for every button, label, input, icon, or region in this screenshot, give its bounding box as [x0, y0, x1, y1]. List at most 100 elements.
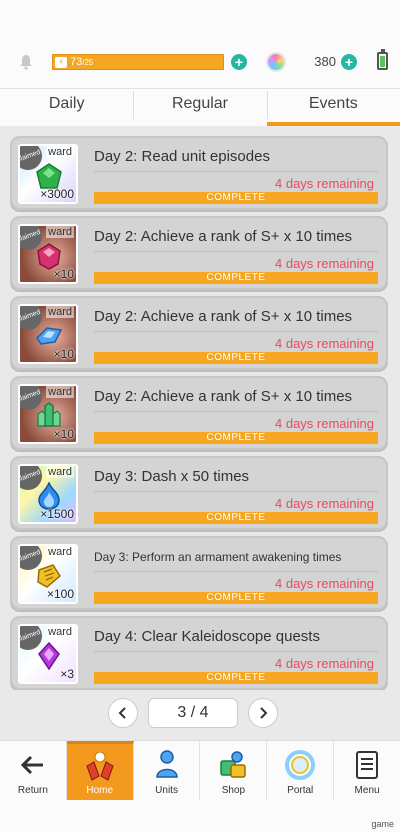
mission-title: Day 3: Perform an armament awakening tim…: [94, 550, 342, 564]
nav-shop[interactable]: Shop: [200, 741, 268, 800]
progress-bar: COMPLETE: [94, 592, 378, 604]
mission-list[interactable]: ward Claimed ×3000 Day 2: Read unit epis…: [10, 136, 390, 690]
nav-label: Units: [155, 785, 178, 796]
mission-card[interactable]: ward Claimed ×3000 Day 2: Read unit epis…: [10, 136, 388, 210]
reward-quantity: ×10: [53, 427, 74, 441]
divider: [94, 331, 378, 332]
divider: [94, 171, 378, 172]
mission-title: Day 2: Read unit episodes: [94, 148, 270, 165]
divider: [94, 571, 378, 572]
progress-bar: COMPLETE: [94, 672, 378, 684]
nav-home[interactable]: Home: [66, 741, 134, 800]
mission-tabs: Daily Regular Events: [0, 88, 400, 126]
time-remaining: 4 days remaining: [275, 656, 374, 671]
reward-quantity: ×3000: [40, 187, 74, 201]
reward-box[interactable]: ward Claimed ×1500: [18, 464, 78, 524]
reward-label: ward: [46, 146, 74, 158]
progress-bar: COMPLETE: [94, 512, 378, 524]
time-remaining: 4 days remaining: [275, 496, 374, 511]
nav-units[interactable]: Units: [134, 741, 201, 800]
chevron-right-icon: [260, 707, 268, 719]
tab-regular[interactable]: Regular: [133, 89, 266, 126]
nav-label: Shop: [221, 785, 246, 796]
bottom-nav: Return Home Units Shop Portal Menu: [0, 740, 400, 800]
page-indicator: 3 / 4: [148, 698, 238, 728]
blue-crystal-icon: [36, 327, 63, 345]
mission-card[interactable]: ward Claimed ×100 Day 3: Perform an arma…: [10, 536, 388, 610]
reward-box[interactable]: ward Claimed ×10: [18, 224, 78, 284]
time-remaining: 4 days remaining: [275, 176, 374, 191]
progress-bar: COMPLETE: [94, 192, 378, 204]
mission-title: Day 2: Achieve a rank of S+ x 10 times: [94, 228, 353, 245]
stamina-bar: ⚡ 73/25: [52, 54, 224, 70]
progress-bar: COMPLETE: [94, 272, 378, 284]
home-icon: [86, 752, 114, 781]
footer-area: game: [0, 800, 400, 832]
prev-page-button[interactable]: [108, 698, 138, 728]
battery-icon: [377, 49, 388, 70]
nav-menu[interactable]: Menu: [334, 741, 400, 800]
progress-bar: COMPLETE: [94, 432, 378, 444]
mission-title: Day 2: Achieve a rank of S+ x 10 times: [94, 388, 353, 405]
mission-title: Day 4: Clear Kaleidoscope quests: [94, 628, 320, 645]
blue-flame-icon: [38, 482, 60, 510]
divider: [94, 411, 378, 412]
bell-icon[interactable]: [18, 54, 34, 70]
tab-events[interactable]: Events: [266, 89, 400, 126]
arrow-left-icon: [20, 755, 43, 775]
time-remaining: 4 days remaining: [275, 256, 374, 271]
reward-box[interactable]: ward Claimed ×3: [18, 624, 78, 684]
next-page-button[interactable]: [248, 698, 278, 728]
mission-card[interactable]: ward Claimed ×3 Day 4: Clear Kaleidoscop…: [10, 616, 388, 690]
divider: [94, 491, 378, 492]
chevron-left-icon: [118, 707, 126, 719]
units-icon: [155, 750, 178, 778]
gem-count: 380: [314, 54, 336, 69]
reward-label: ward: [46, 626, 74, 638]
reward-label: ward: [46, 386, 74, 398]
mission-card[interactable]: ward Claimed ×10 Day 2: Achieve a rank o…: [10, 216, 388, 290]
progress-bar: COMPLETE: [94, 352, 378, 364]
reward-quantity: ×3: [60, 667, 74, 681]
reward-box[interactable]: ward Claimed ×100: [18, 544, 78, 604]
divider: [94, 651, 378, 652]
stamina-bolt-icon: ⚡: [55, 57, 67, 68]
reward-label: ward: [46, 466, 74, 478]
purple-gem-icon: [38, 642, 60, 670]
gold-scroll-icon: [37, 564, 61, 588]
reward-quantity: ×10: [53, 267, 74, 281]
add-gems-button[interactable]: +: [341, 54, 357, 70]
mission-card[interactable]: ward Claimed ×1500 Day 3: Dash x 50 time…: [10, 456, 388, 530]
reward-label: ward: [46, 226, 74, 238]
mission-title: Day 3: Dash x 50 times: [94, 468, 250, 485]
reward-label: ward: [46, 306, 74, 318]
mission-card[interactable]: ward Claimed ×10 Day 2: Achieve a rank o…: [10, 296, 388, 370]
watermark: game: [371, 819, 394, 829]
time-remaining: 4 days remaining: [275, 336, 374, 351]
nav-label: Menu: [354, 785, 380, 796]
gem-orb-icon: [266, 52, 286, 72]
green-crystal-icon: [37, 402, 61, 427]
shop-icon: [220, 751, 247, 778]
nav-return[interactable]: Return: [0, 741, 67, 800]
nav-label: Home: [86, 785, 114, 796]
tab-daily[interactable]: Daily: [0, 89, 133, 126]
mission-title: Day 2: Achieve a rank of S+ x 10 times: [94, 308, 353, 325]
red-gem-icon: [37, 243, 61, 270]
nav-label: Return: [17, 785, 48, 796]
nav-label: Portal: [287, 785, 314, 796]
divider: [94, 251, 378, 252]
mission-card[interactable]: ward Claimed ×10 Day 2: Achieve a rank o…: [10, 376, 388, 450]
reward-box[interactable]: ward Claimed ×10: [18, 384, 78, 444]
reward-quantity: ×100: [46, 587, 74, 601]
reward-quantity: ×10: [53, 347, 74, 361]
add-stamina-button[interactable]: +: [231, 54, 247, 70]
reward-label: ward: [46, 546, 74, 558]
green-gem-icon: [36, 163, 62, 189]
reward-box[interactable]: ward Claimed ×3000: [18, 144, 78, 204]
reward-box[interactable]: ward Claimed ×10: [18, 304, 78, 364]
menu-icon: [356, 751, 379, 779]
time-remaining: 4 days remaining: [275, 576, 374, 591]
reward-quantity: ×1500: [40, 507, 74, 521]
nav-portal[interactable]: Portal: [267, 741, 335, 800]
